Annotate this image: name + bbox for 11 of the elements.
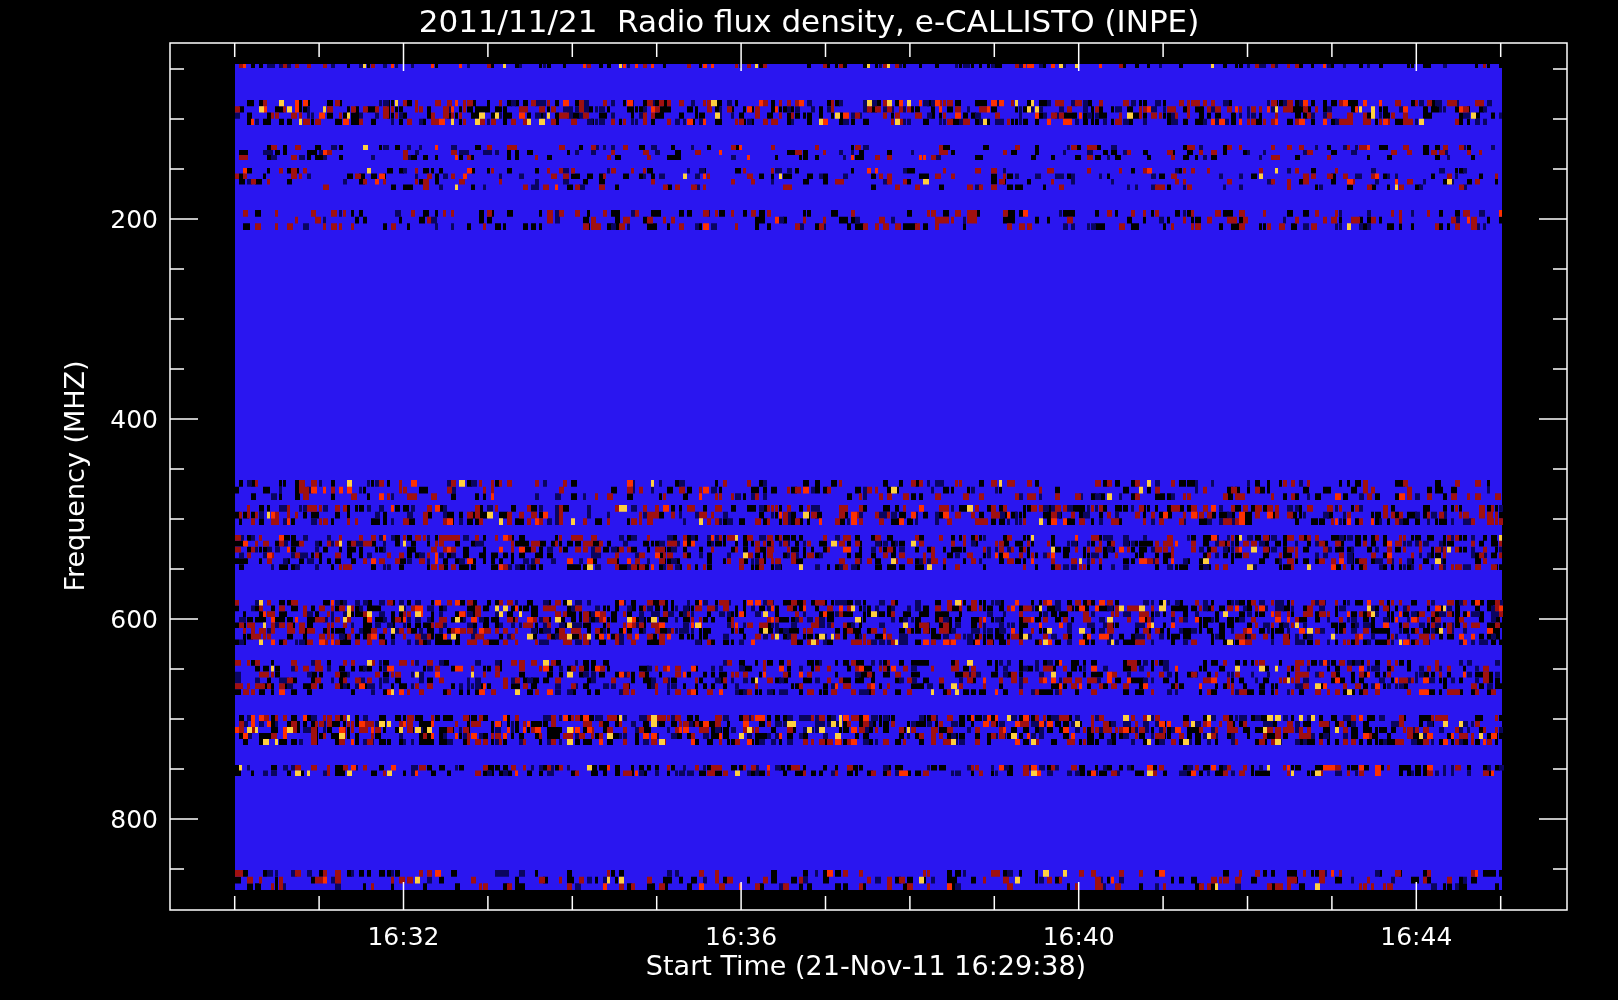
axis-label: Frequency (MHZ) [59,360,90,592]
tick-label: 16:40 [1042,922,1115,951]
axis-label: Start Time (21-Nov-11 16:29:38) [645,950,1087,981]
tick-label: 16:36 [705,922,778,951]
plot-title: 2011/11/21 Radio flux density, e-CALLISTO (INPE) [418,3,1200,39]
tick-label: 16:32 [367,922,440,951]
tick-label: 16:44 [1380,922,1453,951]
tick-label: 600 [110,605,158,634]
tick-label: 800 [110,805,158,834]
tick-label: 200 [110,205,158,234]
tick-label: 400 [110,405,158,434]
